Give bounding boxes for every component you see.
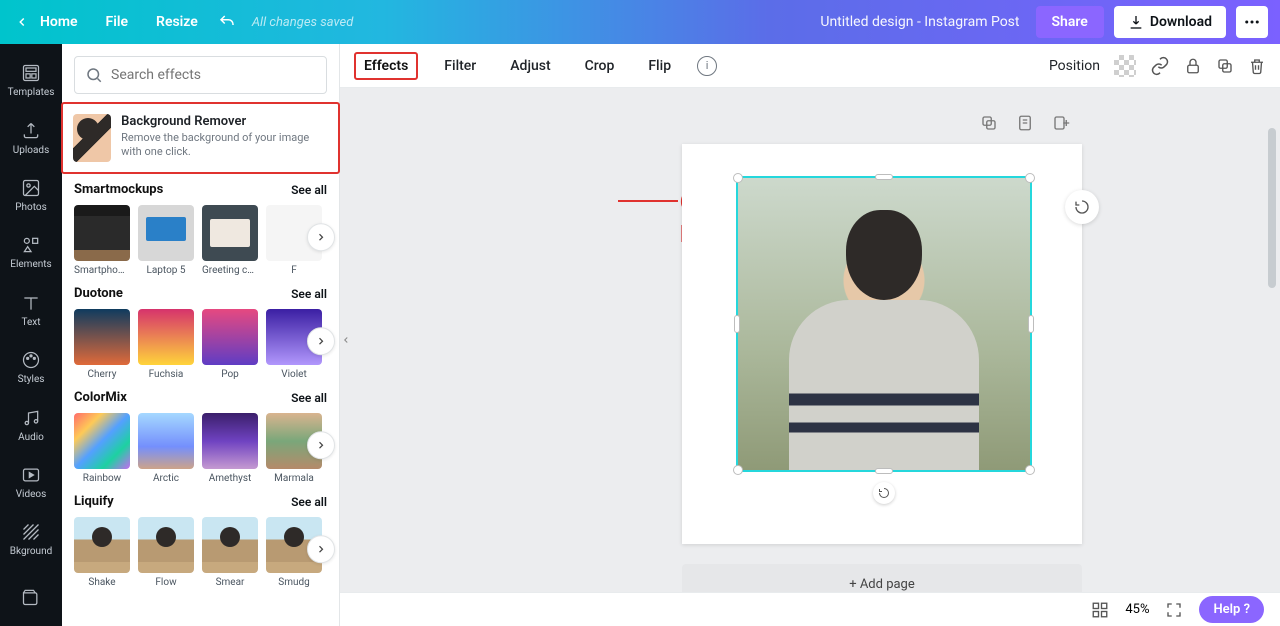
smartmockup-item[interactable]: Laptop 5 <box>138 205 194 276</box>
side-rail: Templates Uploads Photos Elements Text S… <box>0 44 62 626</box>
seeall-smartmockups[interactable]: See all <box>291 183 327 197</box>
stage[interactable]: Click on Background Remover <box>340 88 1280 592</box>
bg-remover-desc: Remove the background of your image with… <box>121 131 328 160</box>
grid-view-icon[interactable] <box>1091 601 1109 619</box>
info-icon[interactable]: i <box>697 56 717 76</box>
resize-handle[interactable] <box>733 465 743 475</box>
section-duotone: Duotone <box>74 286 123 301</box>
seeall-colormix[interactable]: See all <box>291 391 327 405</box>
duotone-grid: Cherry Fuchsia Pop Violet <box>62 305 339 382</box>
position-button[interactable]: Position <box>1049 58 1100 74</box>
search-effects[interactable] <box>74 56 327 94</box>
scroll-right-button[interactable] <box>307 431 335 459</box>
page-actions <box>980 114 1070 136</box>
zoom-level[interactable]: 45% <box>1125 602 1149 617</box>
selected-image[interactable] <box>736 176 1032 472</box>
page-new-icon[interactable] <box>1052 114 1070 136</box>
search-icon <box>85 66 103 84</box>
nav-home[interactable]: Home <box>40 14 78 30</box>
scroll-right-button[interactable] <box>307 535 335 563</box>
effects-panel: Background Remover Remove the background… <box>62 44 340 626</box>
back-button[interactable] <box>12 15 32 29</box>
tab-effects[interactable]: Effects <box>354 52 418 80</box>
nav-resize[interactable]: Resize <box>156 14 198 30</box>
resize-handle[interactable] <box>734 315 740 333</box>
page-copy-icon[interactable] <box>1016 114 1034 136</box>
resize-handle[interactable] <box>875 174 893 180</box>
rail-videos[interactable]: Videos <box>0 454 62 511</box>
colormix-grid: Rainbow Arctic Amethyst Marmala <box>62 409 339 486</box>
colormix-item[interactable]: Amethyst <box>202 413 258 484</box>
smartmockup-item[interactable]: Smartphone 2 <box>74 205 130 276</box>
bg-remover-title: Background Remover <box>121 114 328 129</box>
top-nav: Home File Resize <box>40 14 198 30</box>
liquify-item[interactable]: Smear <box>202 517 258 588</box>
rotate-handle[interactable] <box>873 482 895 504</box>
tab-adjust[interactable]: Adjust <box>502 54 558 78</box>
canvas-area: Effects Filter Adjust Crop Flip i Positi… <box>340 44 1280 626</box>
tab-filter[interactable]: Filter <box>436 54 484 78</box>
status-bar: 45% Help ? <box>340 592 1280 626</box>
rail-text[interactable]: Text <box>0 282 62 339</box>
save-status: All changes saved <box>252 15 353 30</box>
rail-styles[interactable]: Styles <box>0 339 62 396</box>
transparency-icon[interactable] <box>1114 55 1136 77</box>
rail-templates[interactable]: Templates <box>0 52 62 109</box>
duotone-item[interactable]: Cherry <box>74 309 130 380</box>
lock-icon[interactable] <box>1184 57 1202 75</box>
rail-uploads[interactable]: Uploads <box>0 109 62 166</box>
section-colormix: ColorMix <box>74 390 127 405</box>
rail-bkground[interactable]: Bkground <box>0 511 62 568</box>
smartmockups-grid: Smartphone 2 Laptop 5 Greeting car... F <box>62 201 339 278</box>
tab-crop[interactable]: Crop <box>577 54 623 78</box>
rail-more[interactable] <box>0 569 62 626</box>
collapse-panel-button[interactable] <box>340 310 353 370</box>
search-input[interactable] <box>111 67 316 83</box>
top-bar: Home File Resize All changes saved Untit… <box>0 0 1280 44</box>
undo-button[interactable] <box>218 13 236 31</box>
fullscreen-icon[interactable] <box>1165 601 1183 619</box>
link-icon[interactable] <box>1150 56 1170 76</box>
page-duplicate-icon[interactable] <box>980 114 998 136</box>
duplicate-icon[interactable] <box>1216 57 1234 75</box>
delete-icon[interactable] <box>1248 57 1266 75</box>
canvas-page[interactable] <box>682 144 1082 544</box>
background-remover-button[interactable]: Background Remover Remove the background… <box>61 102 340 174</box>
liquify-item[interactable]: Shake <box>74 517 130 588</box>
rail-elements[interactable]: Elements <box>0 224 62 281</box>
seeall-liquify[interactable]: See all <box>291 495 327 509</box>
liquify-grid: Shake Flow Smear Smudg <box>62 513 339 590</box>
more-menu-button[interactable] <box>1236 6 1268 38</box>
vertical-scrollbar[interactable] <box>1266 88 1278 592</box>
smartmockup-item[interactable]: Greeting car... <box>202 205 258 276</box>
section-smartmockups: Smartmockups <box>74 182 163 197</box>
reset-button[interactable] <box>1065 190 1099 224</box>
duotone-item[interactable]: Fuchsia <box>138 309 194 380</box>
seeall-duotone[interactable]: See all <box>291 287 327 301</box>
tab-flip[interactable]: Flip <box>640 54 679 78</box>
nav-file[interactable]: File <box>106 14 129 30</box>
resize-handle[interactable] <box>1025 465 1035 475</box>
image-toolbar: Effects Filter Adjust Crop Flip i Positi… <box>340 44 1280 88</box>
duotone-item[interactable]: Pop <box>202 309 258 380</box>
colormix-item[interactable]: Arctic <box>138 413 194 484</box>
resize-handle[interactable] <box>733 173 743 183</box>
resize-handle[interactable] <box>1028 315 1034 333</box>
resize-handle[interactable] <box>1025 173 1035 183</box>
rail-audio[interactable]: Audio <box>0 396 62 453</box>
help-button[interactable]: Help ? <box>1199 596 1264 623</box>
bg-remover-thumb <box>73 114 111 162</box>
rail-photos[interactable]: Photos <box>0 167 62 224</box>
design-title[interactable]: Untitled design - Instagram Post <box>820 14 1019 30</box>
resize-handle[interactable] <box>875 468 893 474</box>
scroll-right-button[interactable] <box>307 327 335 355</box>
share-button[interactable]: Share <box>1036 6 1104 38</box>
colormix-item[interactable]: Rainbow <box>74 413 130 484</box>
section-liquify: Liquify <box>74 494 114 509</box>
add-page-button[interactable]: + Add page <box>682 564 1082 592</box>
liquify-item[interactable]: Flow <box>138 517 194 588</box>
download-button[interactable]: Download <box>1114 6 1226 38</box>
annotation-line <box>618 200 678 202</box>
scroll-right-button[interactable] <box>307 223 335 251</box>
